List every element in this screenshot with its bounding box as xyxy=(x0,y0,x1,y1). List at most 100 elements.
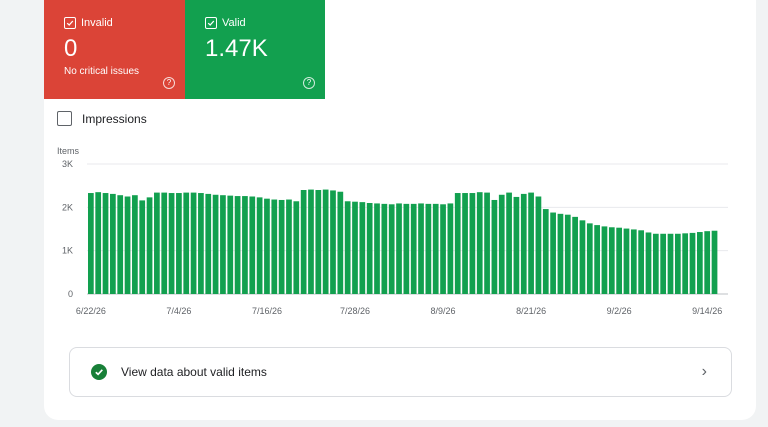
bar xyxy=(403,203,410,294)
x-tick-label: 9/14/26 xyxy=(692,306,722,316)
bar xyxy=(205,193,212,294)
bar xyxy=(381,203,388,294)
bar xyxy=(95,192,102,294)
bar xyxy=(425,203,432,294)
y-tick-label: 2K xyxy=(62,202,73,212)
y-tick-label: 0 xyxy=(68,289,73,299)
bar xyxy=(117,195,124,294)
bar xyxy=(447,203,454,294)
bar xyxy=(476,192,483,294)
x-tick-label: 7/28/26 xyxy=(340,306,370,316)
bar xyxy=(535,196,542,294)
bar xyxy=(154,192,160,294)
items-bar-chart: Items 0 1K 2K 3K 6/22/26 7/4/26 7/16/26 7/28/26 8… xyxy=(57,146,728,316)
bar xyxy=(557,213,564,294)
bar xyxy=(300,190,307,294)
bar xyxy=(146,197,153,294)
bar xyxy=(330,190,336,294)
report-card: Invalid 0 No critical issues ? Valid 1.4… xyxy=(44,0,756,420)
bar xyxy=(359,202,366,294)
bar xyxy=(711,230,718,294)
bar xyxy=(454,193,461,294)
bar xyxy=(506,192,512,294)
bar xyxy=(645,232,652,294)
view-valid-items-label: View data about valid items xyxy=(121,365,267,379)
bar xyxy=(352,201,358,294)
bar xyxy=(124,196,131,294)
bar xyxy=(234,196,241,294)
chevron-right-icon: › xyxy=(701,363,707,380)
bar xyxy=(344,201,351,294)
bar xyxy=(696,232,703,294)
x-tick-label: 6/22/26 xyxy=(76,306,106,316)
bar xyxy=(601,226,608,294)
bar xyxy=(608,227,615,294)
y-tick-label: 3K xyxy=(62,159,73,169)
bar xyxy=(682,233,689,294)
bar xyxy=(520,193,527,294)
bar xyxy=(572,216,578,294)
x-tick-label: 7/4/26 xyxy=(166,306,191,316)
bar xyxy=(704,231,711,294)
bar xyxy=(315,190,322,294)
bar xyxy=(667,233,674,294)
bar xyxy=(674,233,681,294)
x-tick-label: 9/2/26 xyxy=(607,306,632,316)
bar xyxy=(227,195,234,294)
bar xyxy=(271,199,278,294)
bar xyxy=(616,227,622,294)
bar xyxy=(410,203,417,294)
bar xyxy=(586,223,593,294)
bar xyxy=(176,193,182,294)
bar xyxy=(498,194,505,294)
bar xyxy=(293,201,300,294)
bar xyxy=(513,196,520,294)
bar xyxy=(484,192,490,294)
bar xyxy=(264,198,270,294)
bar xyxy=(322,189,329,294)
bar xyxy=(212,194,219,294)
bar xyxy=(660,233,667,294)
bar xyxy=(256,197,263,294)
bar xyxy=(161,192,168,294)
bar xyxy=(242,196,248,294)
bar xyxy=(110,193,116,294)
bar xyxy=(396,203,402,294)
bar xyxy=(183,192,190,294)
bar xyxy=(102,193,109,294)
bar xyxy=(689,232,696,294)
bar xyxy=(528,192,534,294)
bar xyxy=(374,203,380,294)
bar xyxy=(623,228,630,294)
bar xyxy=(132,195,138,294)
bar xyxy=(630,229,637,294)
bar xyxy=(564,214,571,294)
bar xyxy=(579,220,586,294)
bar xyxy=(220,195,226,294)
bar xyxy=(550,212,556,294)
bar xyxy=(190,192,197,294)
bar xyxy=(278,199,285,294)
y-axis-label: Items xyxy=(57,146,80,156)
bar xyxy=(462,193,468,294)
bar xyxy=(286,199,292,294)
bar xyxy=(168,193,175,294)
bar xyxy=(198,193,204,294)
bar xyxy=(594,225,600,294)
x-tick-label: 8/9/26 xyxy=(430,306,455,316)
bar xyxy=(308,189,314,294)
bar xyxy=(388,204,395,294)
bar xyxy=(542,209,549,294)
view-valid-items-link[interactable]: View data about valid items › xyxy=(69,347,732,397)
bar xyxy=(469,193,476,294)
check-circle-icon xyxy=(91,364,107,380)
bar xyxy=(440,204,446,294)
bar xyxy=(366,203,373,294)
y-tick-label: 1K xyxy=(62,246,73,256)
bar xyxy=(491,199,498,294)
bar xyxy=(638,230,645,294)
x-tick-label: 8/21/26 xyxy=(516,306,546,316)
bar xyxy=(88,193,94,294)
x-tick-label: 7/16/26 xyxy=(252,306,282,316)
bar xyxy=(652,233,659,294)
